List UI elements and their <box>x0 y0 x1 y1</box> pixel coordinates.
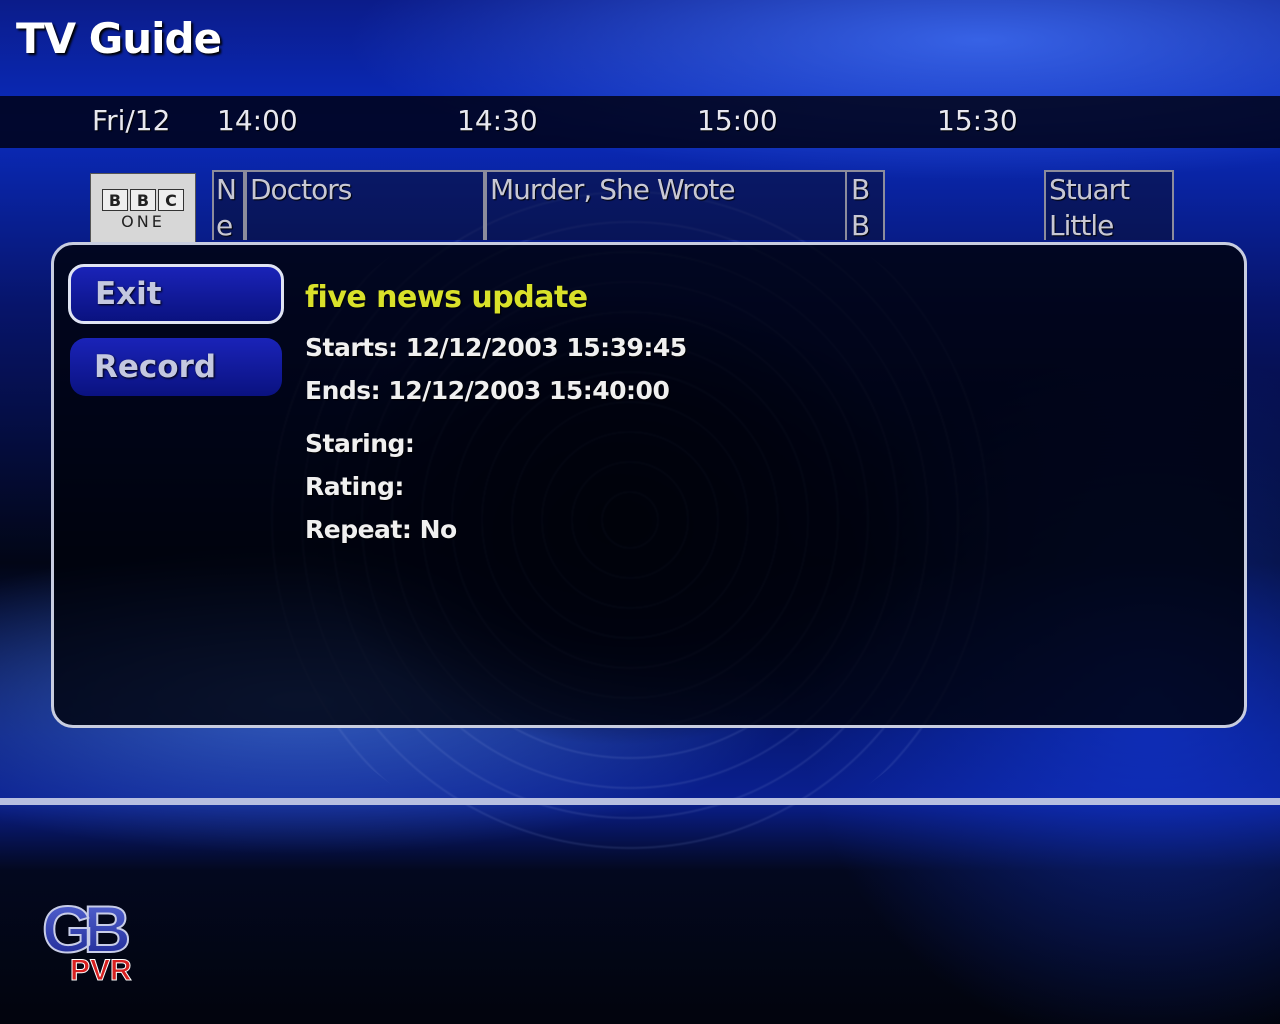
staring-label: Staring: <box>305 429 415 458</box>
time-slot-label: 14:30 <box>457 104 538 137</box>
date-label: Fri/12 <box>92 104 171 137</box>
rating-label: Rating: <box>305 472 404 501</box>
bbc-logo-blocks: B B C <box>102 189 184 211</box>
page-title: TV Guide <box>16 14 222 63</box>
programme-title: five news update <box>305 280 588 315</box>
gbpvr-logo: GB PVR <box>41 891 139 985</box>
logo-letter: C <box>158 189 184 211</box>
programme-cell[interactable]: Doctors <box>245 170 485 240</box>
end-time: Ends: 12/12/2003 15:40:00 <box>305 376 670 405</box>
time-slot-label: 15:00 <box>697 104 778 137</box>
logo-letter: B <box>102 189 128 211</box>
programme-cell[interactable]: N e <box>212 170 245 240</box>
time-slot-label: 15:30 <box>937 104 1018 137</box>
channel-logo-bbc-one[interactable]: B B C ONE <box>90 173 196 243</box>
programme-cell[interactable]: Stuart Little <box>1044 170 1174 240</box>
divider <box>0 798 1280 805</box>
time-header: Fri/12 14:00 14:30 15:00 15:30 <box>0 96 1280 148</box>
logo-letter: B <box>130 189 156 211</box>
logo-text-pvr: PVR <box>70 954 132 985</box>
start-time: Starts: 12/12/2003 15:39:45 <box>305 333 687 362</box>
repeat-label: Repeat: No <box>305 515 457 544</box>
time-slot-label: 14:00 <box>217 104 298 137</box>
exit-button[interactable]: Exit <box>68 264 284 324</box>
record-button[interactable]: Record <box>70 338 282 396</box>
programme-cell[interactable]: Murder, She Wrote <box>485 170 847 240</box>
logo-subtitle: ONE <box>121 212 165 231</box>
programme-cell[interactable]: B B <box>845 170 885 240</box>
